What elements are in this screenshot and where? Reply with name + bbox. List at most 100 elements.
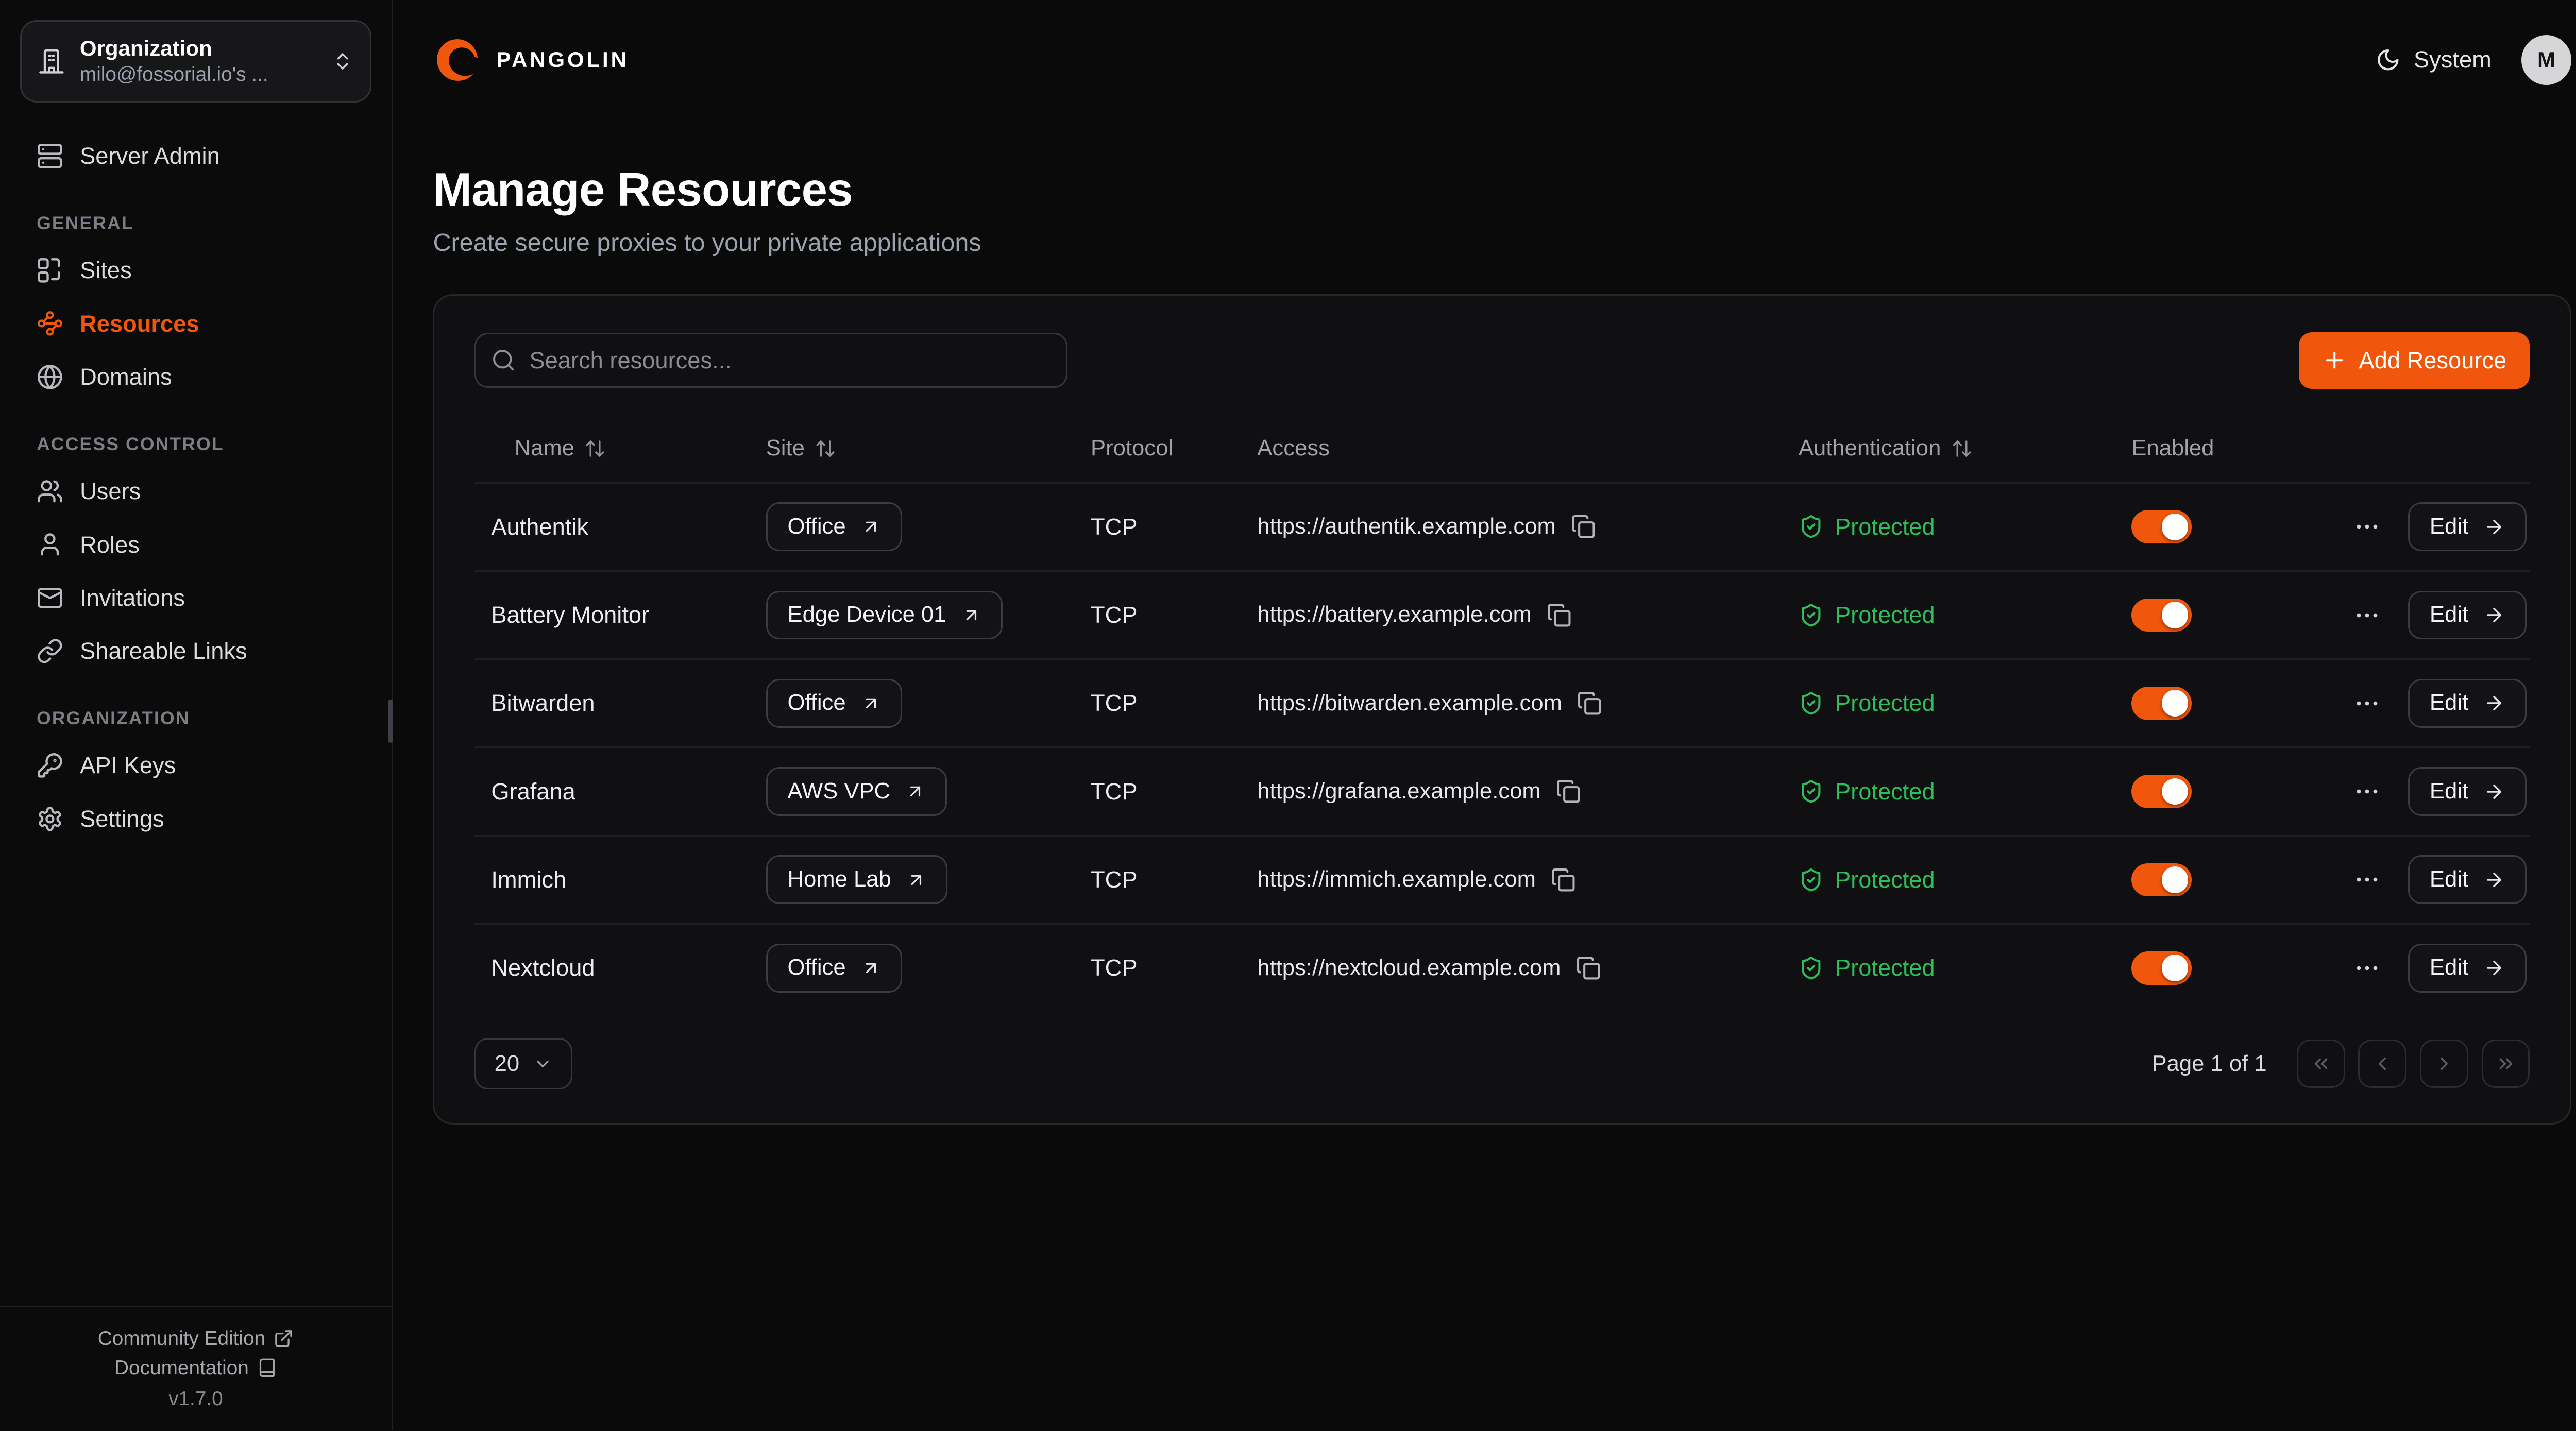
enabled-toggle[interactable]	[2131, 863, 2191, 897]
user-avatar[interactable]: M	[2521, 35, 2571, 85]
prev-page-button[interactable]	[2358, 1040, 2406, 1088]
shield-check-icon	[1799, 691, 1823, 716]
arrow-up-right-icon	[861, 958, 881, 978]
last-page-button[interactable]	[2482, 1040, 2530, 1088]
sidebar-item-shareable-links[interactable]: Shareable Links	[20, 624, 371, 677]
row-more-button[interactable]	[2353, 689, 2381, 718]
site-link-button[interactable]: AWS VPC	[766, 767, 947, 816]
copy-url-button[interactable]	[1547, 603, 1571, 627]
resource-access-url: https://immich.example.com	[1257, 867, 1536, 892]
plus-icon	[2322, 348, 2347, 372]
documentation-link[interactable]: Documentation	[0, 1353, 392, 1383]
table-row: Bitwarden Office TCP https://bitwarden.e…	[474, 658, 2530, 746]
sidebar-item-sites[interactable]: Sites	[20, 244, 371, 297]
edit-button[interactable]: Edit	[2408, 767, 2527, 816]
site-link-button[interactable]: Office	[766, 679, 903, 728]
community-edition-link[interactable]: Community Edition	[0, 1324, 392, 1353]
sidebar-item-label: Server Admin	[80, 144, 220, 167]
sidebar: Organization milo@fossorial.io's ... Ser…	[0, 0, 393, 1430]
chevrons-left-icon	[2310, 1053, 2332, 1075]
sidebar-item-resources[interactable]: Resources	[20, 297, 371, 350]
site-link-button[interactable]: Office	[766, 502, 903, 551]
sidebar-item-users[interactable]: Users	[20, 465, 371, 518]
add-resource-button[interactable]: Add Resource	[2299, 332, 2530, 389]
row-more-button[interactable]	[2353, 777, 2381, 806]
row-more-button[interactable]	[2353, 954, 2381, 982]
row-more-button[interactable]	[2353, 865, 2381, 894]
sidebar-item-api-keys[interactable]: API Keys	[20, 739, 371, 792]
sidebar-item-label: Shareable Links	[80, 639, 247, 662]
copy-url-button[interactable]	[1576, 956, 1601, 980]
enabled-toggle[interactable]	[2131, 775, 2191, 808]
ellipsis-icon	[2353, 954, 2381, 982]
edit-button[interactable]: Edit	[2408, 502, 2527, 551]
toggle-knob	[2162, 690, 2189, 717]
sidebar-resize-handle[interactable]	[388, 700, 393, 743]
enabled-toggle[interactable]	[2131, 687, 2191, 720]
auth-status: Protected	[1835, 955, 1935, 981]
app-window: Organization milo@fossorial.io's ... Ser…	[0, 0, 2576, 1430]
toggle-knob	[2162, 602, 2189, 628]
next-page-button[interactable]	[2420, 1040, 2468, 1088]
table-footer: 20 Page 1 of 1	[474, 1038, 2530, 1089]
external-link-icon	[274, 1328, 294, 1349]
sort-icon[interactable]	[815, 438, 836, 459]
copy-url-button[interactable]	[1556, 779, 1581, 804]
toggle-knob	[2162, 955, 2189, 981]
arrow-up-right-icon	[906, 870, 926, 890]
sidebar-item-label: Resources	[80, 312, 199, 335]
enabled-toggle[interactable]	[2131, 951, 2191, 985]
enabled-toggle[interactable]	[2131, 510, 2191, 543]
sidebar-item-invitations[interactable]: Invitations	[20, 571, 371, 624]
site-link-button[interactable]: Edge Device 01	[766, 591, 1003, 640]
auth-status: Protected	[1835, 866, 1935, 893]
arrow-right-icon	[2483, 692, 2505, 714]
row-more-button[interactable]	[2353, 601, 2381, 629]
column-header-site: Site	[766, 436, 805, 461]
sort-icon[interactable]	[1951, 438, 1973, 459]
toggle-knob	[2162, 514, 2189, 540]
sidebar-item-settings[interactable]: Settings	[20, 792, 371, 845]
topbar: PANGOLIN System M	[393, 0, 2576, 120]
site-link-button[interactable]: Home Lab	[766, 855, 948, 904]
sidebar-item-roles[interactable]: Roles	[20, 518, 371, 571]
sidebar-item-label: API Keys	[80, 754, 176, 777]
copy-icon	[1577, 691, 1602, 716]
chevron-right-icon	[2433, 1053, 2455, 1075]
edit-button[interactable]: Edit	[2408, 591, 2527, 640]
sidebar-item-label: Invitations	[80, 586, 185, 609]
copy-url-button[interactable]	[1577, 691, 1602, 716]
key-icon	[37, 752, 63, 779]
shield-check-icon	[1799, 956, 1823, 980]
auth-status: Protected	[1835, 778, 1935, 805]
copy-url-button[interactable]	[1551, 867, 1575, 892]
resource-protocol: TCP	[1091, 690, 1257, 717]
edit-button[interactable]: Edit	[2408, 679, 2527, 728]
search-input[interactable]	[474, 333, 1067, 388]
table-row: Immich Home Lab TCP https://immich.examp…	[474, 835, 2530, 923]
edit-button[interactable]: Edit	[2408, 944, 2527, 993]
page-size-select[interactable]: 20	[474, 1038, 572, 1089]
first-page-button[interactable]	[2297, 1040, 2345, 1088]
site-link-button[interactable]: Office	[766, 944, 903, 993]
resource-access-url: https://bitwarden.example.com	[1257, 691, 1562, 716]
edit-button[interactable]: Edit	[2408, 855, 2527, 904]
column-header-enabled: Enabled	[2131, 436, 2214, 461]
resource-name: Battery Monitor	[474, 602, 766, 628]
shield-check-icon	[1799, 867, 1823, 892]
row-more-button[interactable]	[2353, 513, 2381, 541]
table-row: Battery Monitor Edge Device 01 TCP https…	[474, 570, 2530, 658]
sidebar-item-domains[interactable]: Domains	[20, 350, 371, 403]
section-label-general: GENERAL	[37, 213, 355, 234]
search-box	[474, 333, 1067, 388]
sidebar-item-server-admin[interactable]: Server Admin	[20, 129, 371, 182]
copy-url-button[interactable]	[1571, 514, 1596, 539]
pangolin-logo-icon	[433, 35, 483, 85]
sort-icon[interactable]	[584, 438, 606, 459]
enabled-toggle[interactable]	[2131, 599, 2191, 632]
theme-toggle[interactable]: System	[2376, 46, 2492, 73]
resource-protocol: TCP	[1091, 514, 1257, 540]
org-selector[interactable]: Organization milo@fossorial.io's ...	[20, 20, 371, 103]
column-header-authentication: Authentication	[1799, 436, 1941, 461]
ellipsis-icon	[2353, 777, 2381, 806]
